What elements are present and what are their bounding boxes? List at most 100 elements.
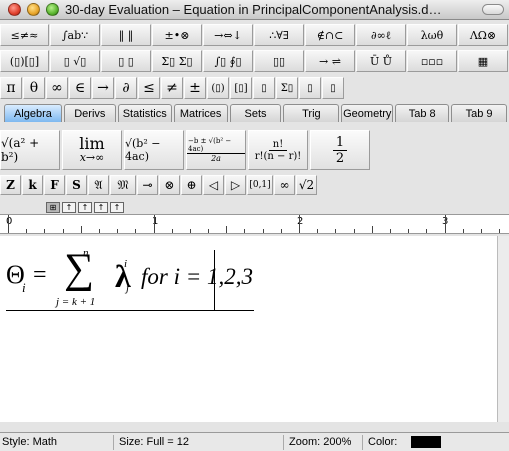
status-style[interactable]: Style: Math xyxy=(2,436,57,448)
subscript-palette-button[interactable]: ▯ ▯ xyxy=(101,50,151,72)
tab-derivs[interactable]: Derivs xyxy=(63,104,116,122)
tab-sets[interactable]: Sets xyxy=(229,104,282,122)
ruler-tick xyxy=(317,229,319,233)
blackboard-f-button[interactable]: F xyxy=(44,175,65,195)
blackboard-k-button[interactable]: k xyxy=(22,175,43,195)
parentheses-template-button[interactable]: (▯) xyxy=(207,77,229,99)
brackets-template-button[interactable]: [▯] xyxy=(230,77,252,99)
discriminant-template-button[interactable]: √(b² − 4ac) xyxy=(124,130,184,170)
limit-template-button[interactable]: lim x→∞ xyxy=(62,130,122,170)
tab-stop-right-icon[interactable]: ↑ xyxy=(78,202,92,213)
eq-condition-text: for i = 1,2,3 xyxy=(141,264,254,289)
symbol-palette-row-1: ≤≠≈ ∫ab∵ ‖ ‖ ±•⊗ →⇔↓ ∴∀∃ ∉∩⊂ ∂∞ℓ λωθ ΛΩ⊗ xyxy=(0,24,509,46)
tab-stop-left-icon[interactable]: ⊞ xyxy=(46,202,60,213)
matrices-palette-button[interactable]: ▦ xyxy=(458,50,508,72)
arrow-symbol-button[interactable]: → xyxy=(92,77,114,99)
tab-stop-relation-icon[interactable]: ↑ xyxy=(94,202,108,213)
closed-interval-button[interactable]: [0,1] xyxy=(247,175,273,195)
relational-palette-button[interactable]: ≤≠≈ xyxy=(0,24,49,46)
close-window-button[interactable] xyxy=(8,3,21,16)
embellishments-palette-button[interactable]: ‖ ‖ xyxy=(101,24,151,46)
combination-denominator-text: r!(n − r)! xyxy=(254,150,302,162)
one-half-template-button[interactable]: 1 2 xyxy=(310,130,370,170)
spaces-palette-button[interactable]: ∫ab∵ xyxy=(50,24,100,46)
ruler-tick xyxy=(153,215,155,233)
algebra-template-row: √(a² + b²) lim x→∞ √(b² − 4ac) −b ± √(b²… xyxy=(0,130,509,170)
ruler-tick xyxy=(98,229,100,233)
tab-trig[interactable]: Trig xyxy=(283,104,340,122)
tab-stop-center-icon[interactable]: ↑ xyxy=(62,202,76,213)
plusminus-symbol-button[interactable]: ± xyxy=(184,77,206,99)
blackboard-z-button[interactable]: Z xyxy=(0,175,21,195)
fences-palette-button[interactable]: (▯)[▯] xyxy=(0,50,49,72)
fraction-template-button[interactable]: ▯ xyxy=(253,77,275,99)
matrix-template-button[interactable]: ▯ xyxy=(322,77,344,99)
quadratic-formula-template-button[interactable]: −b ± √(b² − 4ac) 2a xyxy=(186,130,246,170)
eq-sum-upper: n xyxy=(83,247,89,259)
pythagorean-template-button[interactable]: √(a² + b²) xyxy=(0,130,60,170)
greek-lower-palette-button[interactable]: λωθ xyxy=(407,24,457,46)
ruler-tick xyxy=(299,215,300,233)
underbar-overbar-palette-button[interactable]: ▯▯ xyxy=(254,50,304,72)
integral-palette-button[interactable]: ∫▯ ∮▯ xyxy=(203,50,253,72)
left-triangle-button[interactable]: ◁ xyxy=(203,175,224,195)
minimize-window-button[interactable] xyxy=(27,3,40,16)
leq-symbol-button[interactable]: ≤ xyxy=(138,77,160,99)
tab-algebra[interactable]: Algebra xyxy=(4,104,62,122)
sum-template-button[interactable]: Σ▯ xyxy=(276,77,298,99)
right-triangle-button[interactable]: ▷ xyxy=(225,175,246,195)
logic-palette-button[interactable]: ∴∀∃ xyxy=(254,24,304,46)
status-zoom[interactable]: Zoom: 200% xyxy=(289,436,351,448)
oplus-button[interactable]: ⊕ xyxy=(181,175,202,195)
ruler-tick xyxy=(444,215,446,233)
element-of-symbol-button[interactable]: ∈ xyxy=(69,77,91,99)
combination-template-button[interactable]: n! r!(n − r)! xyxy=(248,130,308,170)
tab-stop-decimal-icon[interactable]: ↑ xyxy=(110,202,124,213)
otimes-button[interactable]: ⊗ xyxy=(159,175,180,195)
tab-statistics[interactable]: Statistics xyxy=(117,104,172,122)
small-symbol-bar: π θ ∞ ∈ → ∂ ≤ ≠ ± (▯) [▯] ▯ Σ▯ ▯ ▯ xyxy=(0,77,509,99)
ruler-tick xyxy=(62,229,64,233)
infinity-symbol-button[interactable]: ∞ xyxy=(46,77,68,99)
pi-symbol-button[interactable]: π xyxy=(0,77,22,99)
sqrt-two-button[interactable]: √2 xyxy=(296,175,317,195)
eq-sum-lower: j = k + 1 xyxy=(56,296,96,308)
ruler-tick xyxy=(44,229,46,233)
window-title: 30-day Evaluation – Equation in Principa… xyxy=(65,2,442,17)
ruler-tick xyxy=(371,226,373,233)
vertical-scrollbar[interactable] xyxy=(497,236,509,422)
overbar-template-button[interactable]: ▯ xyxy=(299,77,321,99)
boxes-palette-button[interactable]: ▫▫▫ xyxy=(407,50,457,72)
ruler-tick xyxy=(335,229,337,233)
toolbar-toggle-button[interactable] xyxy=(482,4,504,15)
neq-symbol-button[interactable]: ≠ xyxy=(161,77,183,99)
tab-geometry[interactable]: Geometry xyxy=(341,104,394,122)
fractions-radicals-palette-button[interactable]: ▯ √▯ xyxy=(50,50,100,72)
theta-symbol-button[interactable]: θ xyxy=(23,77,45,99)
ruler-tick xyxy=(499,229,501,233)
summation-palette-button[interactable]: Σ▯ Σ▯ xyxy=(152,50,202,72)
greek-upper-palette-button[interactable]: ΛΩ⊗ xyxy=(458,24,508,46)
partial-symbol-button[interactable]: ∂ xyxy=(115,77,137,99)
zoom-window-button[interactable] xyxy=(46,3,59,16)
tab-9[interactable]: Tab 9 xyxy=(451,104,507,122)
fraktur-m-button[interactable]: 𝔐 xyxy=(110,175,136,195)
tab-matrices[interactable]: Matrices xyxy=(173,104,228,122)
set-theory-palette-button[interactable]: ∉∩⊂ xyxy=(305,24,355,46)
misc-symbols-palette-button[interactable]: ∂∞ℓ xyxy=(356,24,406,46)
eq-lambda-subscript: j xyxy=(126,282,130,294)
ruler-tick xyxy=(244,229,246,233)
multimap-button[interactable]: ⊸ xyxy=(137,175,158,195)
infinity-button[interactable]: ∞ xyxy=(274,175,295,195)
products-palette-button[interactable]: Ū Ů xyxy=(356,50,406,72)
operators-palette-button[interactable]: ±•⊗ xyxy=(152,24,202,46)
blackboard-s-button[interactable]: S xyxy=(66,175,87,195)
tab-8[interactable]: Tab 8 xyxy=(395,104,450,122)
ruler[interactable]: 0 1 2 3 xyxy=(0,214,509,234)
fraktur-a-button[interactable]: 𝔄 xyxy=(88,175,109,195)
status-bar: Style: Math Size: Full = 12 Zoom: 200% C… xyxy=(0,432,509,451)
color-swatch[interactable] xyxy=(411,436,441,448)
arrows-palette-button[interactable]: →⇔↓ xyxy=(203,24,253,46)
labeled-arrows-palette-button[interactable]: → ⇌ xyxy=(305,50,355,72)
status-size[interactable]: Size: Full = 12 xyxy=(119,436,189,448)
